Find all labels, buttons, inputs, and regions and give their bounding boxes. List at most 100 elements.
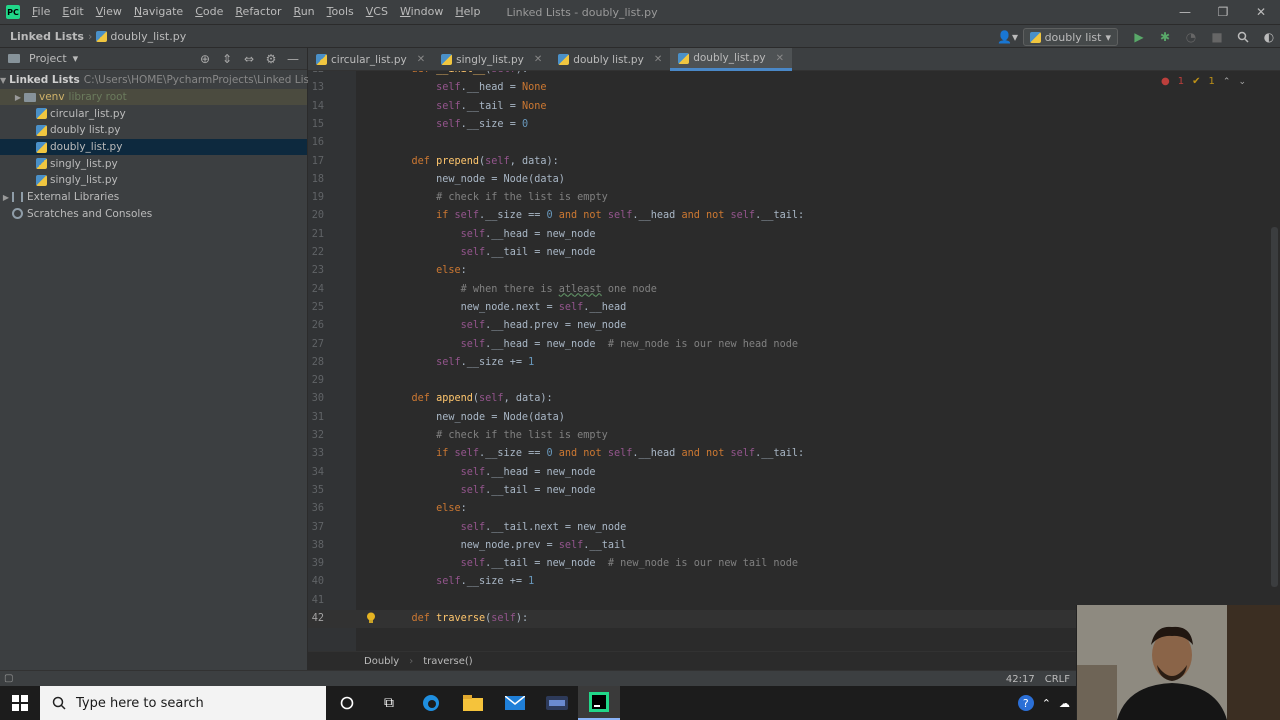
chevron-down-icon[interactable]: ▼ <box>0 76 6 85</box>
inspection-widget[interactable]: ● 1 ✔ 1 ⌃ ⌄ <box>1161 76 1246 87</box>
pycharm-taskbar-icon[interactable] <box>578 686 620 720</box>
edge-browser-icon[interactable] <box>410 686 452 720</box>
chevron-up-icon[interactable]: ⌃ <box>1042 697 1051 710</box>
menu-item-edit[interactable]: Edit <box>56 0 89 24</box>
file-explorer-icon[interactable] <box>452 686 494 720</box>
hide-icon[interactable]: — <box>285 52 301 66</box>
chevron-up-icon[interactable]: ⌃ <box>1223 77 1231 87</box>
ide-logo-icon[interactable]: ◐ <box>1258 26 1280 48</box>
close-tab-icon[interactable]: ✕ <box>534 54 542 65</box>
breadcrumb-method[interactable]: traverse() <box>423 656 473 667</box>
code-line[interactable]: 20 if self.__size == 0 and not self.__he… <box>308 207 1280 225</box>
nav-project-name[interactable]: Linked Lists <box>0 30 84 43</box>
code-line[interactable]: 34 self.__head = new_node <box>308 464 1280 482</box>
code-line[interactable]: 13 self.__head = None <box>308 79 1280 97</box>
menu-item-window[interactable]: Window <box>394 0 449 24</box>
minimize-icon[interactable]: — <box>1166 0 1204 24</box>
cloud-icon[interactable]: ☁ <box>1059 697 1070 710</box>
code-line[interactable]: 19 # check if the list is empty <box>308 189 1280 207</box>
tool-window-toggle-icon[interactable]: ▢ <box>4 673 13 684</box>
tree-item-file[interactable]: doubly list.py <box>0 122 307 139</box>
maximize-icon[interactable]: ❐ <box>1204 0 1242 24</box>
code-line[interactable]: 22 self.__tail = new_node <box>308 244 1280 262</box>
tab-doubly-list-space[interactable]: doubly list.py ✕ <box>550 48 670 71</box>
close-tab-icon[interactable]: ✕ <box>654 54 662 65</box>
help-icon[interactable]: ? <box>1017 695 1034 711</box>
menu-item-help[interactable]: Help <box>449 0 486 24</box>
breadcrumb-class[interactable]: Doubly <box>364 656 399 667</box>
chevron-right-icon[interactable]: ▶ <box>12 93 24 102</box>
code-editor[interactable]: 12 def __init__(self):13 self.__head = N… <box>308 71 1280 651</box>
debug-icon[interactable]: ✱ <box>1154 26 1176 48</box>
code-line[interactable]: 32 # check if the list is empty <box>308 427 1280 445</box>
task-view-icon[interactable]: ⧉ <box>368 686 410 720</box>
menu-item-tools[interactable]: Tools <box>321 0 360 24</box>
code-line[interactable]: 26 self.__head.prev = new_node <box>308 317 1280 335</box>
close-icon[interactable]: ✕ <box>1242 0 1280 24</box>
code-line[interactable]: 15 self.__size = 0 <box>308 116 1280 134</box>
tree-item-file[interactable]: singly_list.py <box>0 172 307 189</box>
nav-file[interactable]: doubly_list.py <box>96 30 186 43</box>
code-line[interactable]: 12 def __init__(self): <box>308 71 1280 79</box>
tab-singly-list[interactable]: singly_list.py ✕ <box>433 48 550 71</box>
scrollbar-thumb[interactable] <box>1271 227 1278 587</box>
caret-position[interactable]: 42:17 <box>1006 674 1035 685</box>
code-line[interactable]: 38 new_node.prev = self.__tail <box>308 537 1280 555</box>
search-icon[interactable] <box>1232 26 1254 48</box>
menu-item-run[interactable]: Run <box>288 0 321 24</box>
tree-item-file[interactable]: circular_list.py <box>0 105 307 122</box>
code-line[interactable]: 36 else: <box>308 500 1280 518</box>
tree-item-project[interactable]: ▼ Linked Lists C:\Users\HOME\PycharmProj… <box>0 72 319 89</box>
menu-item-navigate[interactable]: Navigate <box>128 0 189 24</box>
mail-icon[interactable] <box>494 686 536 720</box>
cortana-icon[interactable] <box>326 686 368 720</box>
error-stripe[interactable] <box>1268 71 1280 651</box>
expand-all-icon[interactable]: ⇕ <box>219 52 235 66</box>
tree-item-scratches[interactable]: Scratches and Consoles <box>0 206 307 223</box>
coverage-icon[interactable]: ◔ <box>1180 26 1202 48</box>
code-line[interactable]: 27 self.__head = new_node # new_node is … <box>308 336 1280 354</box>
code-line[interactable]: 24 # when there is atleast one node <box>308 281 1280 299</box>
code-line[interactable]: 40 self.__size += 1 <box>308 573 1280 591</box>
taskbar-search-input[interactable]: Type here to search <box>40 686 326 720</box>
chevron-down-icon[interactable]: ⌄ <box>1238 77 1246 87</box>
line-separator[interactable]: CRLF <box>1045 674 1070 685</box>
code-line[interactable]: 25 new_node.next = self.__head <box>308 299 1280 317</box>
project-view-selector[interactable]: Project ▾ <box>8 52 78 65</box>
tree-item-external-libraries[interactable]: ▶ External Libraries <box>0 189 307 206</box>
code-line[interactable]: 31 new_node = Node(data) <box>308 409 1280 427</box>
tree-item-venv[interactable]: ▶ venv library root <box>0 88 307 106</box>
run-icon[interactable]: ▶ <box>1128 26 1150 48</box>
code-line[interactable]: 39 self.__tail = new_node # new_node is … <box>308 555 1280 573</box>
gear-icon[interactable]: ⚙ <box>263 52 279 66</box>
locate-icon[interactable]: ⊕ <box>197 52 213 66</box>
code-line[interactable]: 28 self.__size += 1 <box>308 354 1280 372</box>
chevron-right-icon[interactable]: ▶ <box>0 193 12 202</box>
code-line[interactable]: 35 self.__tail = new_node <box>308 482 1280 500</box>
tree-item-file-selected[interactable]: doubly_list.py <box>0 138 307 156</box>
menu-item-code[interactable]: Code <box>189 0 229 24</box>
code-line[interactable]: 37 self.__tail.next = new_node <box>308 519 1280 537</box>
lightbulb-icon[interactable] <box>366 612 376 624</box>
menu-item-view[interactable]: View <box>90 0 128 24</box>
run-config-selector[interactable]: doubly list ▾ <box>1022 28 1118 46</box>
menu-item-file[interactable]: File <box>26 0 56 24</box>
code-line[interactable]: 16 <box>308 134 1280 152</box>
windows-start-icon[interactable] <box>0 686 40 720</box>
close-tab-icon[interactable]: ✕ <box>776 53 784 64</box>
code-line[interactable]: 23 else: <box>308 262 1280 280</box>
tree-item-file[interactable]: singly_list.py <box>0 155 307 172</box>
user-icon[interactable]: 👤▾ <box>997 26 1019 48</box>
code-line[interactable]: 18 new_node = Node(data) <box>308 171 1280 189</box>
close-tab-icon[interactable]: ✕ <box>417 54 425 65</box>
code-line[interactable]: 14 self.__tail = None <box>308 98 1280 116</box>
menu-item-refactor[interactable]: Refactor <box>229 0 287 24</box>
tab-circular-list[interactable]: circular_list.py ✕ <box>308 48 433 71</box>
video-editor-icon[interactable] <box>536 686 578 720</box>
collapse-all-icon[interactable]: ⇔ <box>241 52 257 66</box>
code-line[interactable]: 17 def prepend(self, data): <box>308 153 1280 171</box>
code-line[interactable]: 30 def append(self, data): <box>308 390 1280 408</box>
code-line[interactable]: 33 if self.__size == 0 and not self.__he… <box>308 445 1280 463</box>
tab-doubly-list-active[interactable]: doubly_list.py ✕ <box>670 48 793 71</box>
menu-item-vcs[interactable]: VCS <box>360 0 394 24</box>
